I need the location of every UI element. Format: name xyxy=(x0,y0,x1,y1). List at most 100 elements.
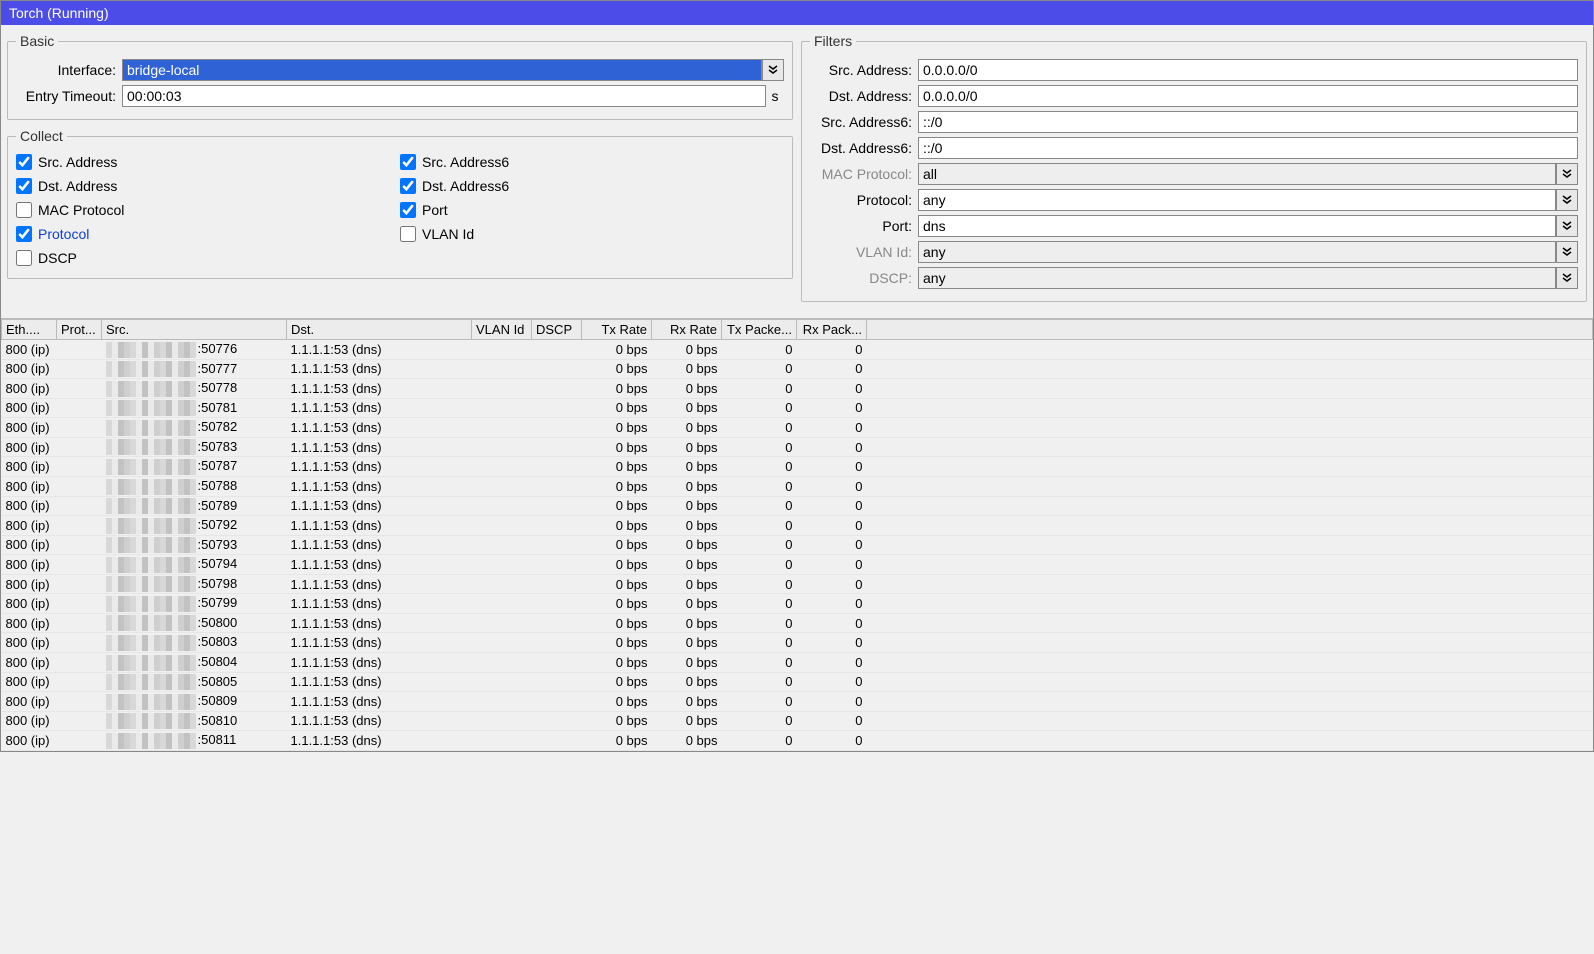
table-row[interactable]: 800 (ip):507931.1.1.1:53 (dns)0 bps0 bps… xyxy=(2,535,1593,555)
torch-window: Torch (Running) Basic Interface: Entry T… xyxy=(0,0,1594,752)
cell-rx-pkt: 0 xyxy=(797,457,867,477)
collect-mac-protocol-checkbox[interactable] xyxy=(16,202,32,218)
col-vlan[interactable]: VLAN Id xyxy=(472,320,532,340)
cell-rx-rate: 0 bps xyxy=(652,574,722,594)
chevron-down-icon xyxy=(1562,247,1572,257)
cell-dst: 1.1.1.1:53 (dns) xyxy=(287,594,472,614)
table-body: 800 (ip):507761.1.1.1:53 (dns)0 bps0 bps… xyxy=(2,340,1593,751)
filter-proto-dropdown[interactable] xyxy=(1556,189,1578,211)
cell-rx-pkt: 0 xyxy=(797,711,867,731)
cell-dscp xyxy=(532,731,582,751)
cell-prot xyxy=(57,457,102,477)
collect-dscp-checkbox[interactable] xyxy=(16,250,32,266)
filter-dst-addr-input[interactable] xyxy=(918,85,1578,107)
table-row[interactable]: 800 (ip):508031.1.1.1:53 (dns)0 bps0 bps… xyxy=(2,633,1593,653)
cell-prot xyxy=(57,476,102,496)
cell-src: :50800 xyxy=(102,613,287,633)
cell-dst: 1.1.1.1:53 (dns) xyxy=(287,379,472,399)
collect-src-address-checkbox[interactable] xyxy=(16,154,32,170)
table-row[interactable]: 800 (ip):507881.1.1.1:53 (dns)0 bps0 bps… xyxy=(2,476,1593,496)
table-row[interactable]: 800 (ip):507761.1.1.1:53 (dns)0 bps0 bps… xyxy=(2,340,1593,360)
filter-dscp-input[interactable] xyxy=(918,267,1556,289)
filter-dscp-dropdown[interactable] xyxy=(1556,267,1578,289)
table-row[interactable]: 800 (ip):508041.1.1.1:53 (dns)0 bps0 bps… xyxy=(2,653,1593,673)
collect-src-address6-checkbox[interactable] xyxy=(400,154,416,170)
filter-vlan-dropdown[interactable] xyxy=(1556,241,1578,263)
cell-rx-rate: 0 bps xyxy=(652,535,722,555)
cell-prot xyxy=(57,535,102,555)
filter-port-dropdown[interactable] xyxy=(1556,215,1578,237)
interface-input[interactable] xyxy=(122,59,762,81)
table-row[interactable]: 800 (ip):507941.1.1.1:53 (dns)0 bps0 bps… xyxy=(2,555,1593,575)
filter-dst-addr6-input[interactable] xyxy=(918,137,1578,159)
filter-port-input[interactable] xyxy=(918,215,1556,237)
table-row[interactable]: 800 (ip):508091.1.1.1:53 (dns)0 bps0 bps… xyxy=(2,692,1593,712)
timeout-input[interactable] xyxy=(122,85,766,107)
window-titlebar[interactable]: Torch (Running) xyxy=(1,1,1593,25)
col-src[interactable]: Src. xyxy=(102,320,287,340)
table-row[interactable]: 800 (ip):507771.1.1.1:53 (dns)0 bps0 bps… xyxy=(2,359,1593,379)
basic-legend: Basic xyxy=(16,33,58,49)
cell-src: :50810 xyxy=(102,711,287,731)
filter-src-addr6-label: Src. Address6: xyxy=(810,114,918,130)
table-row[interactable]: 800 (ip):507991.1.1.1:53 (dns)0 bps0 bps… xyxy=(2,594,1593,614)
col-rx-rate[interactable]: Rx Rate xyxy=(652,320,722,340)
cell-tx-rate: 0 bps xyxy=(582,555,652,575)
cell-dst: 1.1.1.1:53 (dns) xyxy=(287,359,472,379)
collect-dst-address-checkbox[interactable] xyxy=(16,178,32,194)
table-row[interactable]: 800 (ip):508111.1.1.1:53 (dns)0 bps0 bps… xyxy=(2,731,1593,751)
col-eth[interactable]: Eth.... xyxy=(2,320,57,340)
col-dst[interactable]: Dst. xyxy=(287,320,472,340)
cell-tx-pkt: 0 xyxy=(722,692,797,712)
filter-src-addr6-input[interactable] xyxy=(918,111,1578,133)
table-row[interactable]: 800 (ip):507821.1.1.1:53 (dns)0 bps0 bps… xyxy=(2,418,1593,438)
cell-spacer xyxy=(867,535,1593,555)
collect-dst-address6-label: Dst. Address6 xyxy=(422,178,509,194)
col-dscp[interactable]: DSCP xyxy=(532,320,582,340)
col-prot[interactable]: Prot... xyxy=(57,320,102,340)
cell-src: :50776 xyxy=(102,340,287,360)
table-row[interactable]: 800 (ip):507831.1.1.1:53 (dns)0 bps0 bps… xyxy=(2,437,1593,457)
collect-vlan-id-checkbox[interactable] xyxy=(400,226,416,242)
table-row[interactable]: 800 (ip):508101.1.1.1:53 (dns)0 bps0 bps… xyxy=(2,711,1593,731)
col-rx-pkt[interactable]: Rx Pack... xyxy=(797,320,867,340)
col-tx-pkt[interactable]: Tx Packe... xyxy=(722,320,797,340)
table-row[interactable]: 800 (ip):507781.1.1.1:53 (dns)0 bps0 bps… xyxy=(2,379,1593,399)
cell-vlan xyxy=(472,496,532,516)
table-row[interactable]: 800 (ip):507981.1.1.1:53 (dns)0 bps0 bps… xyxy=(2,574,1593,594)
cell-eth: 800 (ip) xyxy=(2,340,57,360)
cell-src: :50792 xyxy=(102,516,287,536)
col-tx-rate[interactable]: Tx Rate xyxy=(582,320,652,340)
cell-tx-rate: 0 bps xyxy=(582,379,652,399)
cell-eth: 800 (ip) xyxy=(2,711,57,731)
filter-mac-proto-input[interactable] xyxy=(918,163,1556,185)
cell-tx-rate: 0 bps xyxy=(582,516,652,536)
table-row[interactable]: 800 (ip):507811.1.1.1:53 (dns)0 bps0 bps… xyxy=(2,398,1593,418)
filter-proto-input[interactable] xyxy=(918,189,1556,211)
cell-dst: 1.1.1.1:53 (dns) xyxy=(287,633,472,653)
filter-vlan-input[interactable] xyxy=(918,241,1556,263)
interface-dropdown-button[interactable] xyxy=(762,59,784,81)
cell-src: :50805 xyxy=(102,672,287,692)
cell-dscp xyxy=(532,711,582,731)
filter-mac-proto-dropdown[interactable] xyxy=(1556,163,1578,185)
cell-rx-rate: 0 bps xyxy=(652,613,722,633)
table-row[interactable]: 800 (ip):507871.1.1.1:53 (dns)0 bps0 bps… xyxy=(2,457,1593,477)
cell-spacer xyxy=(867,340,1593,360)
table-row[interactable]: 800 (ip):507921.1.1.1:53 (dns)0 bps0 bps… xyxy=(2,516,1593,536)
table-row[interactable]: 800 (ip):508051.1.1.1:53 (dns)0 bps0 bps… xyxy=(2,672,1593,692)
cell-rx-rate: 0 bps xyxy=(652,711,722,731)
collect-vlan-id-label: VLAN Id xyxy=(422,226,474,242)
filter-src-addr-input[interactable] xyxy=(918,59,1578,81)
cell-rx-rate: 0 bps xyxy=(652,418,722,438)
cell-dst: 1.1.1.1:53 (dns) xyxy=(287,496,472,516)
table-row[interactable]: 800 (ip):508001.1.1.1:53 (dns)0 bps0 bps… xyxy=(2,613,1593,633)
collect-dst-address6-checkbox[interactable] xyxy=(400,178,416,194)
collect-src-address-label: Src. Address xyxy=(38,154,117,170)
cell-dst: 1.1.1.1:53 (dns) xyxy=(287,555,472,575)
table-row[interactable]: 800 (ip):507891.1.1.1:53 (dns)0 bps0 bps… xyxy=(2,496,1593,516)
collect-protocol-checkbox[interactable] xyxy=(16,226,32,242)
cell-vlan xyxy=(472,731,532,751)
collect-port-checkbox[interactable] xyxy=(400,202,416,218)
cell-eth: 800 (ip) xyxy=(2,457,57,477)
